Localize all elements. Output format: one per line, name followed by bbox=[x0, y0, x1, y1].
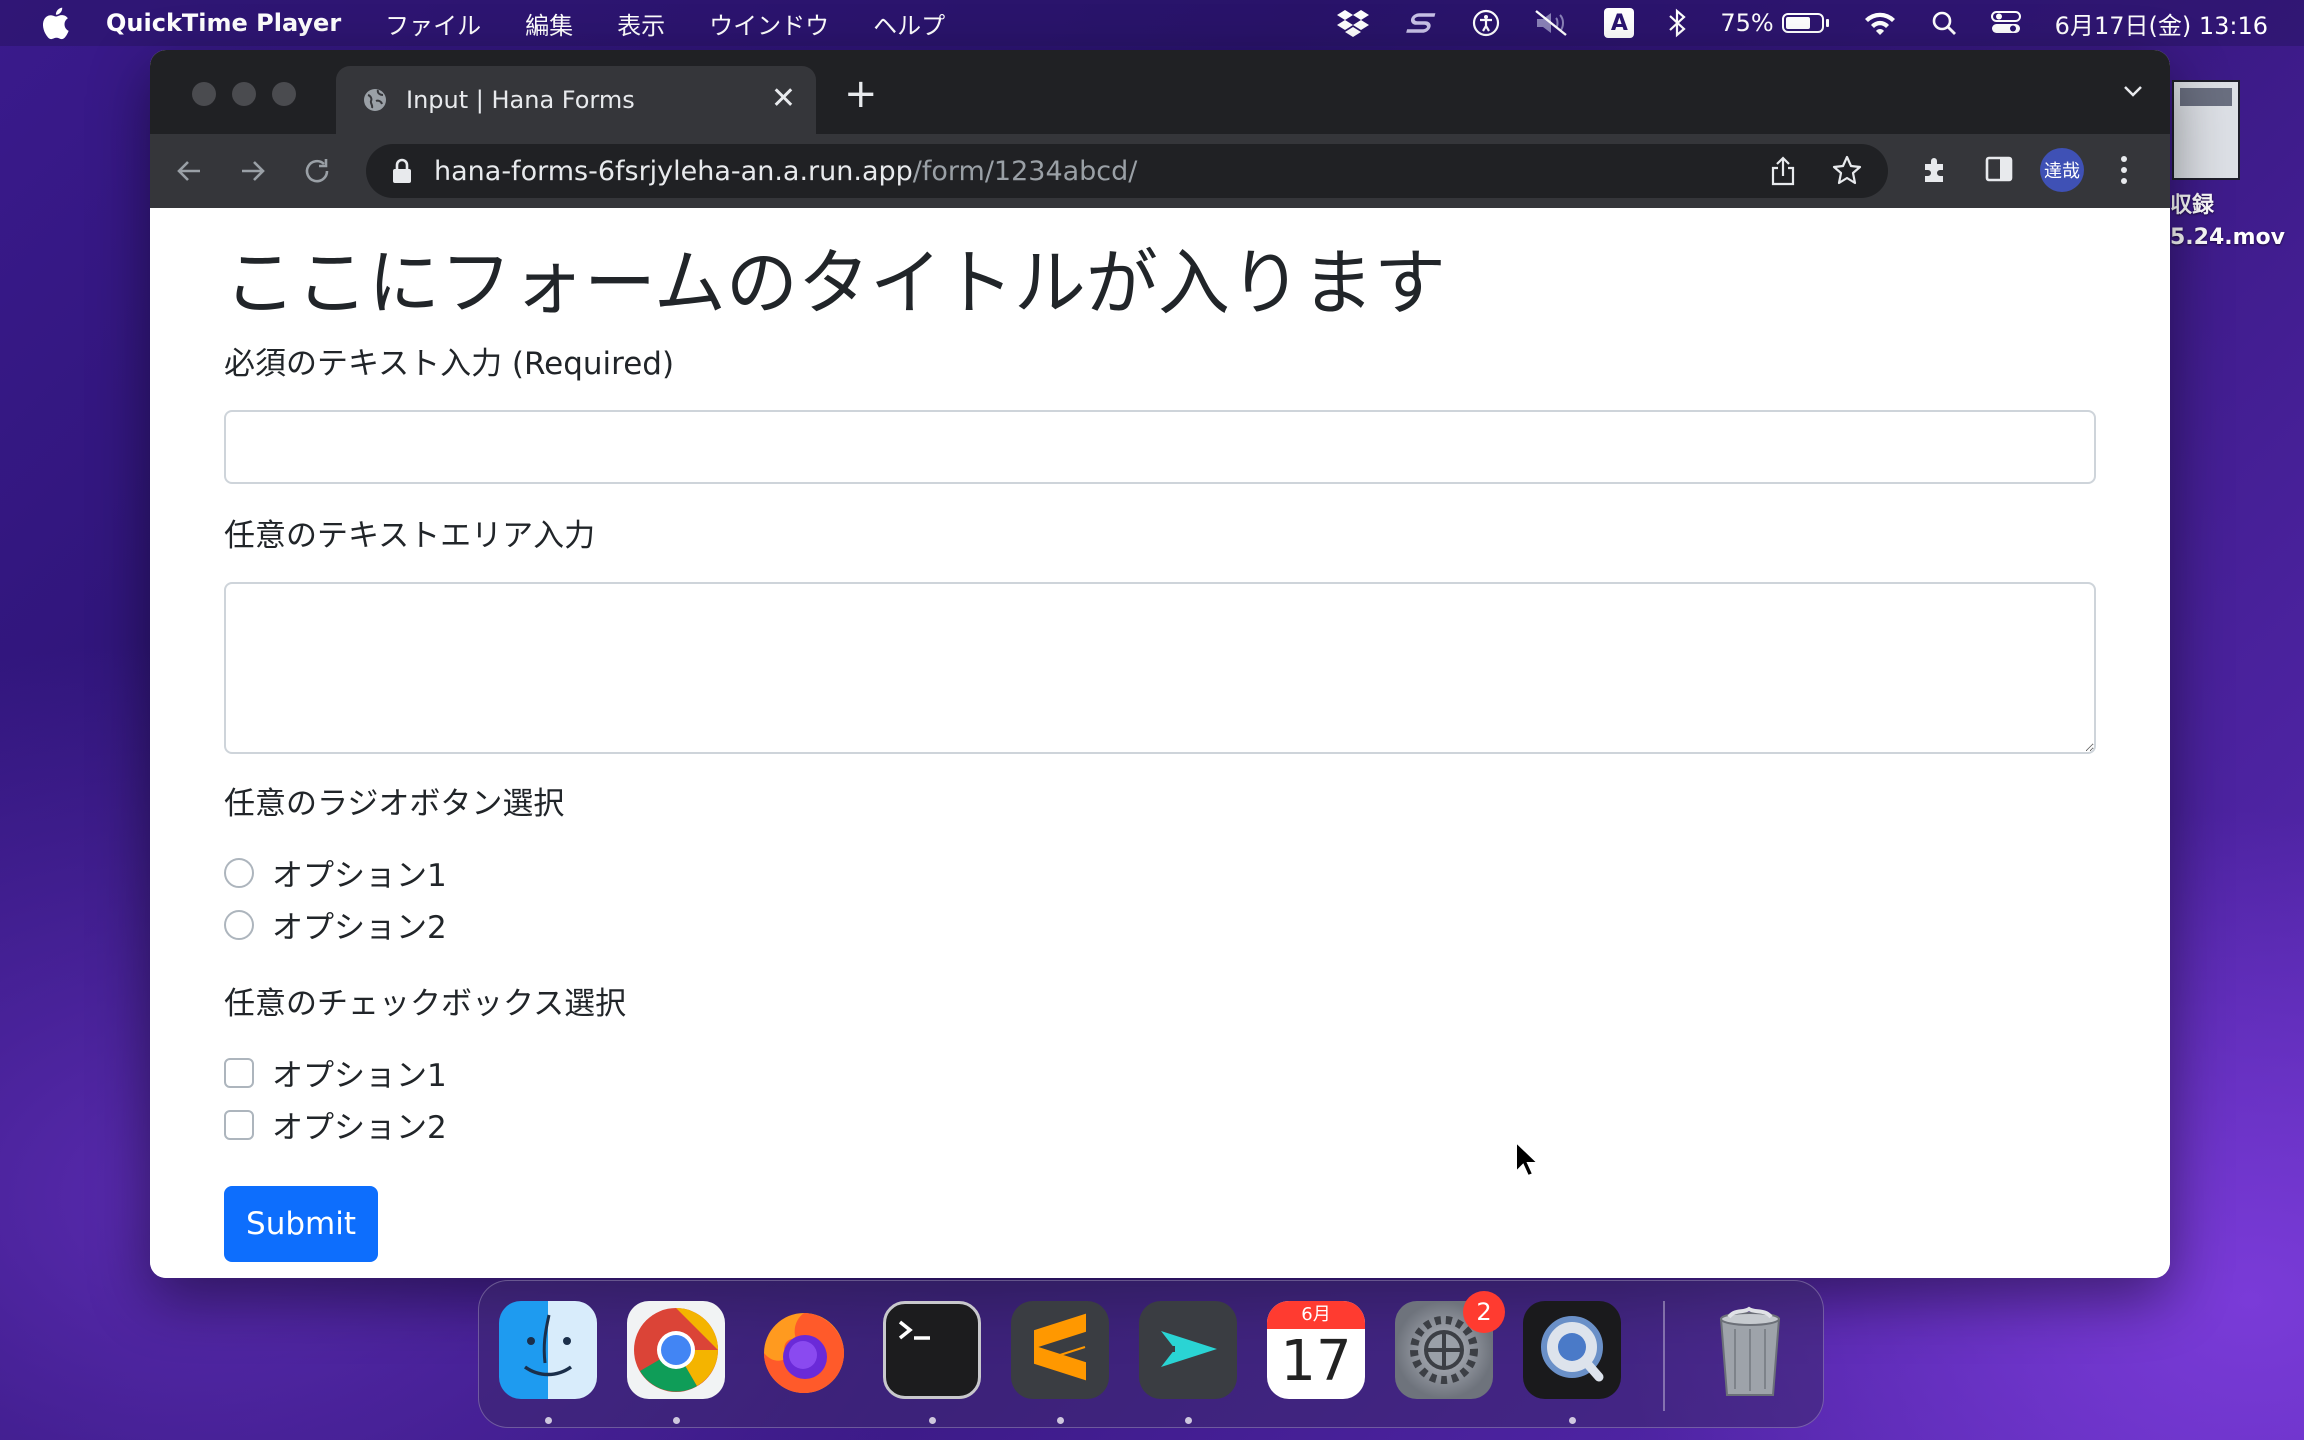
menu-edit[interactable]: 編集 bbox=[525, 6, 573, 41]
browser-toolbar: hana-forms-6fsrjyleha-an.a.run.app/form/… bbox=[150, 134, 2170, 208]
input-source-label: A bbox=[1604, 8, 1635, 38]
address-bar[interactable]: hana-forms-6fsrjyleha-an.a.run.app/form/… bbox=[366, 144, 1888, 198]
quicktime-icon[interactable] bbox=[1523, 1301, 1621, 1399]
back-arrow-icon[interactable] bbox=[174, 156, 204, 186]
battery-icon[interactable]: 75% bbox=[1720, 9, 1829, 37]
checkbox-option-1[interactable]: オプション1 bbox=[224, 1050, 447, 1095]
desktop-file[interactable]: 収録 5.24.mov bbox=[2170, 80, 2290, 254]
battery-fill bbox=[1785, 17, 1811, 29]
browser-tab[interactable]: Input | Hana Forms ✕ bbox=[336, 66, 816, 134]
forward-arrow-icon[interactable] bbox=[238, 156, 268, 186]
form-title: ここにフォームのタイトルが入ります bbox=[224, 241, 1446, 325]
apple-menu-icon[interactable] bbox=[40, 6, 70, 40]
input-source-icon[interactable]: A bbox=[1604, 8, 1635, 38]
required-text-input[interactable] bbox=[224, 410, 2096, 484]
tab-strip: Input | Hana Forms ✕ + bbox=[150, 50, 2170, 134]
finder-icon[interactable] bbox=[499, 1301, 597, 1399]
dock-separator bbox=[1663, 1301, 1665, 1411]
menu-file[interactable]: ファイル bbox=[385, 6, 481, 41]
url-host: hana-forms-6fsrjyleha-an.a.run.app bbox=[434, 155, 913, 187]
side-panel-icon[interactable] bbox=[1984, 154, 2014, 184]
menu-window[interactable]: ウインドウ bbox=[709, 6, 829, 41]
radio-option-label: オプション2 bbox=[272, 910, 447, 946]
menu-bar: QuickTime Player ファイル 編集 表示 ウインドウ ヘルプ A … bbox=[0, 0, 2304, 46]
reload-icon[interactable] bbox=[302, 156, 332, 186]
radio-option-label: オプション1 bbox=[272, 858, 447, 894]
dock: 6月 17 2 bbox=[478, 1280, 1824, 1428]
radio-group-label: 任意のラジオボタン選択 bbox=[224, 786, 565, 822]
chrome-running-dot bbox=[673, 1417, 680, 1424]
profile-avatar[interactable]: 達哉 bbox=[2040, 148, 2084, 192]
bookmark-star-icon[interactable] bbox=[1832, 155, 1862, 185]
extensions-puzzle-icon[interactable] bbox=[1920, 154, 1952, 186]
radio-option-2[interactable]: オプション2 bbox=[224, 902, 447, 947]
checkbox-option-label: オプション1 bbox=[272, 1058, 447, 1094]
menu-app-name[interactable]: QuickTime Player bbox=[106, 9, 341, 37]
chrome-icon[interactable] bbox=[627, 1301, 725, 1399]
battery-shell bbox=[1781, 13, 1824, 33]
wifi-icon[interactable] bbox=[1863, 10, 1897, 36]
desktop-file-thumbnail bbox=[2172, 80, 2240, 180]
desktop-file-label-line2: 5.24.mov bbox=[2170, 225, 2286, 250]
system-preferences-badge: 2 bbox=[1463, 1291, 1505, 1333]
sublime-running-dot bbox=[1057, 1417, 1064, 1424]
browser-window: Input | Hana Forms ✕ + hana-forms-6fsrjy… bbox=[150, 50, 2170, 1278]
checkbox[interactable] bbox=[224, 1057, 254, 1088]
new-tab-icon[interactable]: + bbox=[844, 74, 878, 114]
checkbox-option-2[interactable]: オプション2 bbox=[224, 1102, 447, 1147]
page-content: ここにフォームのタイトルが入ります 必須のテキスト入力 (Required) 任… bbox=[150, 208, 2170, 1278]
radio-button[interactable] bbox=[224, 857, 254, 888]
battery-nub bbox=[1825, 19, 1829, 27]
url-path: /form/1234abcd/ bbox=[912, 155, 1138, 187]
radio-button[interactable] bbox=[224, 909, 254, 940]
globe-icon bbox=[364, 89, 386, 111]
tab-close-icon[interactable]: ✕ bbox=[771, 84, 796, 114]
desktop-file-label-line1: 収録 bbox=[2170, 193, 2215, 218]
battery-percent: 75% bbox=[1720, 9, 1774, 37]
calendar-icon[interactable]: 6月 17 bbox=[1267, 1301, 1365, 1399]
tab-search-chevron-icon[interactable] bbox=[2122, 80, 2144, 102]
trash-icon[interactable] bbox=[1701, 1301, 1799, 1399]
checkbox[interactable] bbox=[224, 1109, 254, 1140]
terminal-icon[interactable] bbox=[883, 1301, 981, 1399]
window-close-button[interactable] bbox=[192, 82, 216, 106]
calendar-day: 17 bbox=[1280, 1329, 1352, 1394]
share-icon[interactable] bbox=[1770, 156, 1796, 186]
more-menu-icon[interactable] bbox=[2118, 154, 2130, 186]
mute-icon[interactable] bbox=[1534, 9, 1570, 37]
textarea-wrapper bbox=[224, 582, 2096, 754]
desktop-file-label: 収録 5.24.mov bbox=[2170, 190, 2290, 254]
accessibility-icon[interactable] bbox=[1472, 9, 1500, 37]
menu-datetime[interactable]: 6月17日(金) 13:16 bbox=[2055, 6, 2268, 41]
tab-title: Input | Hana Forms bbox=[406, 86, 635, 114]
control-center-icon[interactable] bbox=[1990, 10, 2021, 36]
menu-view[interactable]: 表示 bbox=[617, 6, 665, 41]
lock-icon[interactable] bbox=[392, 158, 412, 184]
spotlight-icon[interactable] bbox=[1931, 10, 1957, 36]
window-zoom-button[interactable] bbox=[272, 82, 296, 106]
app-launcher-icon[interactable] bbox=[1139, 1301, 1237, 1399]
window-minimize-button[interactable] bbox=[232, 82, 256, 106]
dropbox-icon[interactable] bbox=[1336, 8, 1370, 38]
textarea-label: 任意のテキストエリア入力 bbox=[224, 518, 596, 554]
finder-running-dot bbox=[545, 1417, 552, 1424]
bluetooth-icon[interactable] bbox=[1668, 8, 1686, 38]
text-input-label: 必須のテキスト入力 (Required) bbox=[224, 346, 675, 382]
mouse-cursor-icon bbox=[1515, 1140, 1540, 1178]
app-launcher-running-dot bbox=[1185, 1417, 1192, 1424]
s-icon[interactable] bbox=[1404, 11, 1438, 35]
terminal-running-dot bbox=[929, 1417, 936, 1424]
checkbox-option-label: オプション2 bbox=[272, 1110, 447, 1146]
quicktime-running-dot bbox=[1569, 1417, 1576, 1424]
radio-option-1[interactable]: オプション1 bbox=[224, 850, 447, 895]
checkbox-group-label: 任意のチェックボックス選択 bbox=[224, 986, 627, 1022]
optional-textarea[interactable] bbox=[224, 582, 2096, 754]
sublime-text-icon[interactable] bbox=[1011, 1301, 1109, 1399]
calendar-month: 6月 bbox=[1267, 1301, 1365, 1329]
firefox-icon[interactable] bbox=[755, 1301, 853, 1399]
menu-help[interactable]: ヘルプ bbox=[873, 6, 945, 41]
submit-button[interactable]: Submit bbox=[224, 1186, 378, 1262]
